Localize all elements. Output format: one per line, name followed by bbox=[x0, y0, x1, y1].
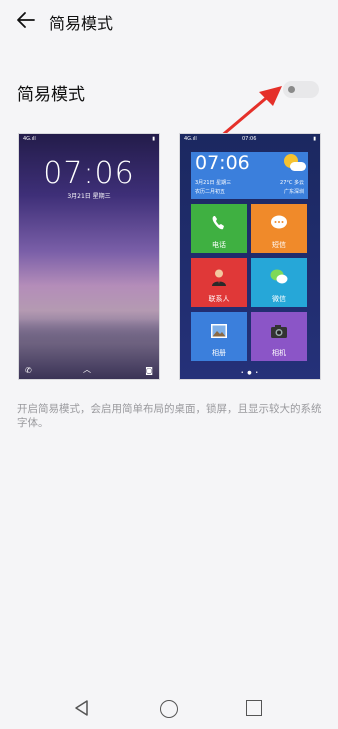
weather-time: 07:06 bbox=[195, 152, 250, 174]
tile-gallery: 相册 bbox=[191, 312, 247, 361]
simple-mode-setting-row[interactable]: 简易模式 bbox=[0, 72, 338, 110]
nav-back-icon[interactable] bbox=[73, 699, 91, 717]
nav-recents-icon[interactable] bbox=[246, 700, 262, 716]
camera-icon bbox=[271, 325, 287, 338]
simple-mode-toggle[interactable] bbox=[283, 81, 319, 98]
page-indicator: • ● • bbox=[240, 370, 260, 376]
status-time: 07:06 bbox=[242, 136, 257, 142]
tile-message: 短信 bbox=[251, 204, 307, 253]
camera-shortcut-icon: ◙ bbox=[145, 366, 153, 375]
phone-icon bbox=[212, 216, 224, 230]
simple-mode-description: 开启简易模式，会启用简单布局的桌面，锁屏，且显示较大的系统字体。 bbox=[17, 403, 322, 429]
tile-message-label: 短信 bbox=[272, 241, 286, 249]
nav-home-icon[interactable] bbox=[160, 700, 178, 718]
weather-city: 广东深圳 bbox=[283, 189, 304, 195]
tile-gallery-label: 相册 bbox=[212, 349, 226, 357]
phone-shortcut-icon: ✆ bbox=[25, 366, 32, 375]
tile-contacts-label: 联系人 bbox=[208, 295, 230, 303]
toggle-knob bbox=[288, 86, 295, 93]
header: 简易模式 bbox=[0, 0, 338, 40]
status-signal: 4G.ıll bbox=[23, 136, 36, 142]
tile-wechat-label: 微信 bbox=[272, 295, 286, 303]
lock-time: 07:06 bbox=[43, 156, 135, 191]
simple-mode-label: 简易模式 bbox=[17, 85, 85, 105]
weather-lunar-date: 农历二月初五 bbox=[195, 189, 226, 195]
status-battery-icon: ▮ bbox=[313, 136, 316, 142]
tile-camera: 相机 bbox=[251, 312, 307, 361]
tile-camera-label: 相机 bbox=[272, 349, 286, 357]
tile-phone: 电话 bbox=[191, 204, 247, 253]
system-navigation-bar bbox=[0, 690, 338, 729]
lock-date: 3月21日 星期三 bbox=[67, 193, 111, 200]
gallery-icon bbox=[211, 324, 227, 338]
status-signal: 4G.ıll bbox=[184, 136, 197, 142]
lock-screen-preview: 4G.ıll ▮ 07:06 3月21日 星期三 ✆ ︿ ◙ bbox=[18, 133, 160, 380]
simple-home-preview: 4G.ıll 07:06 ▮ 07:06 3月21日 星期三 农历二月初五 27… bbox=[179, 133, 321, 380]
weather-card: 07:06 3月21日 星期三 农历二月初五 27°C 多云 广东深圳 bbox=[191, 152, 308, 199]
wechat-icon bbox=[270, 269, 288, 284]
tile-wechat: 微信 bbox=[251, 258, 307, 307]
tile-contacts: 联系人 bbox=[191, 258, 247, 307]
message-icon bbox=[271, 215, 287, 229]
contact-icon bbox=[212, 269, 226, 286]
tile-phone-label: 电话 bbox=[212, 241, 226, 249]
back-arrow-icon[interactable] bbox=[14, 8, 38, 32]
status-battery-icon: ▮ bbox=[152, 136, 155, 142]
page-title: 简易模式 bbox=[49, 14, 114, 33]
cloud-icon bbox=[290, 162, 306, 171]
chevron-up-icon: ︿ bbox=[83, 365, 91, 374]
weather-date: 3月21日 星期三 bbox=[195, 180, 232, 186]
weather-temperature: 27°C 多云 bbox=[280, 180, 304, 186]
